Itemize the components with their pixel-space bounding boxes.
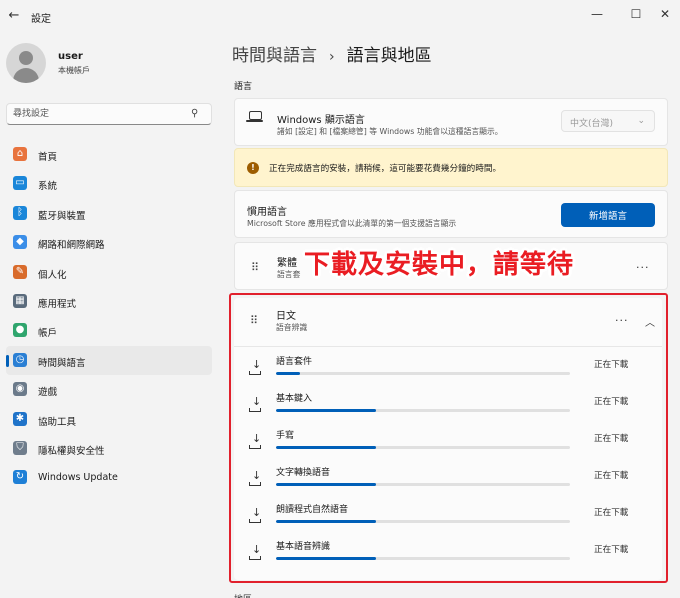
update-icon: ↻: [13, 470, 27, 485]
apps-icon: ▦: [13, 293, 27, 308]
monitor-icon: ▭: [13, 176, 27, 191]
sidebar-item-label: 協助工具: [38, 416, 77, 428]
sidebar-item[interactable]: ◆ 網路和網際網路: [6, 228, 212, 257]
sidebar-item[interactable]: ↻ Windows Update: [6, 463, 212, 492]
sidebar-item[interactable]: ◷ 時間與語言: [6, 345, 212, 376]
avatar-head: [19, 51, 33, 65]
avatar[interactable]: [6, 43, 46, 83]
sidebar-item-label: 隱私權與安全性: [38, 445, 105, 457]
accessibility-icon: ✱: [13, 411, 27, 426]
chevron-down-icon: ⌄: [637, 116, 645, 126]
warning-icon: !: [247, 162, 259, 174]
minimize-icon: —: [591, 7, 603, 21]
sidebar-item-label: 個人化: [38, 269, 67, 281]
preferred-languages-card: 慣用語言 Microsoft Store 應用程式會以此清單的第一個支援語言顯示…: [234, 190, 668, 238]
sidebar-item-label: 網路和網際網路: [38, 240, 105, 252]
preferred-languages-title: 慣用語言: [247, 207, 287, 218]
section-label-language: 語言: [234, 82, 253, 92]
person-icon: ●: [13, 323, 27, 338]
sidebar-item[interactable]: ▦ 應用程式: [6, 287, 212, 316]
maximize-icon: ☐: [630, 7, 642, 21]
chevron-right-icon: ›: [329, 49, 335, 65]
sidebar: user 本機帳戶 ⚲ ⌂ 首頁 ▭ 系統 ᛒ 藍牙與裝置 ◆ 網路和網際網路 ✎ 個人化 ▦ 應用程…: [0, 32, 222, 598]
sidebar-item[interactable]: ◉ 遊戲: [6, 375, 212, 404]
install-warning-banner: ! 正在完成語言的安裝，請稍候，這可能要花費幾分鐘的時間。: [234, 148, 668, 187]
sidebar-item[interactable]: ✱ 協助工具: [6, 405, 212, 434]
sidebar-item[interactable]: ⛉ 隱私權與安全性: [6, 434, 212, 463]
display-language-title: Windows 顯示語言: [277, 115, 365, 126]
page-title: 語言與地區: [346, 46, 432, 66]
display-language-description: 諸如 [設定] 和 [檔案總管] 等 Windows 功能會以這種語言顯示。: [277, 127, 503, 136]
back-button[interactable]: ←: [6, 8, 22, 24]
display-icon: [246, 111, 263, 122]
search-input[interactable]: [13, 107, 183, 121]
sidebar-item[interactable]: ▭ 系統: [6, 169, 212, 198]
sidebar-item-label: 藍牙與裝置: [38, 210, 86, 222]
preferred-languages-description: Microsoft Store 應用程式會以此清單的第一個支援語言顯示: [247, 219, 457, 228]
sidebar-item-label: 帳戶: [38, 328, 58, 340]
sidebar-nav: ⌂ 首頁 ▭ 系統 ᛒ 藍牙與裝置 ◆ 網路和網際網路 ✎ 個人化 ▦ 應用程式 ● 帳戶 ◷ 時間與語言 ◉ 遊…: [6, 140, 212, 493]
sidebar-item-label: 時間與語言: [38, 357, 86, 369]
title-bar: ← 設定 — ☐ ✕: [0, 0, 680, 32]
add-language-button[interactable]: 新增語言: [561, 203, 655, 227]
sidebar-item-label: 系統: [38, 181, 58, 193]
app-title: 設定: [31, 14, 51, 25]
breadcrumb: 時間與語言 › 語言與地區: [232, 41, 432, 66]
sidebar-item[interactable]: ● 帳戶: [6, 316, 212, 345]
bluetooth-icon: ᛒ: [13, 205, 27, 220]
gamepad-icon: ◉: [13, 382, 27, 397]
highlight-frame: [229, 293, 668, 583]
language-description: 語言套: [277, 270, 301, 279]
avatar-body: [13, 68, 39, 83]
warning-text: 正在完成語言的安裝，請稍候，這可能要花費幾分鐘的時間。: [269, 164, 502, 174]
wifi-icon: ◆: [13, 235, 27, 250]
display-language-value: 中文(台灣): [570, 119, 614, 129]
account-type: 本機帳戶: [58, 66, 90, 75]
section-label-region: 地區: [234, 592, 252, 598]
display-language-select[interactable]: 中文(台灣) ⌄: [561, 110, 655, 132]
sidebar-item[interactable]: ✎ 個人化: [6, 258, 212, 287]
drag-handle-icon[interactable]: ⠿: [251, 261, 261, 275]
minimize-button[interactable]: —: [589, 6, 605, 22]
sidebar-item-label: 首頁: [38, 152, 58, 163]
sidebar-item-label: 遊戲: [38, 387, 58, 399]
language-title: 繁體: [277, 258, 297, 269]
brush-icon: ✎: [13, 264, 27, 279]
search-icon[interactable]: ⚲: [191, 108, 203, 120]
arrow-left-icon: ←: [8, 8, 20, 23]
user-name: user: [58, 51, 83, 62]
close-icon: ✕: [659, 7, 671, 21]
sidebar-item[interactable]: ᛒ 藍牙與裝置: [6, 199, 212, 228]
annotation-callout: 下載及安裝中，請等待: [304, 250, 575, 280]
home-icon: ⌂: [13, 147, 27, 161]
maximize-button[interactable]: ☐: [628, 6, 644, 22]
more-options-icon[interactable]: ···: [636, 261, 650, 274]
search-box[interactable]: ⚲: [6, 103, 212, 125]
sidebar-item-label: 應用程式: [38, 298, 77, 310]
shield-icon: ⛉: [13, 440, 27, 455]
sidebar-item[interactable]: ⌂ 首頁: [6, 140, 212, 169]
close-button[interactable]: ✕: [657, 6, 673, 22]
globe-clock-icon: ◷: [13, 352, 27, 367]
sidebar-item-label: Windows Update: [38, 472, 118, 484]
breadcrumb-parent[interactable]: 時間與語言: [232, 46, 317, 66]
display-language-card: Windows 顯示語言 諸如 [設定] 和 [檔案總管] 等 Windows …: [234, 98, 668, 146]
